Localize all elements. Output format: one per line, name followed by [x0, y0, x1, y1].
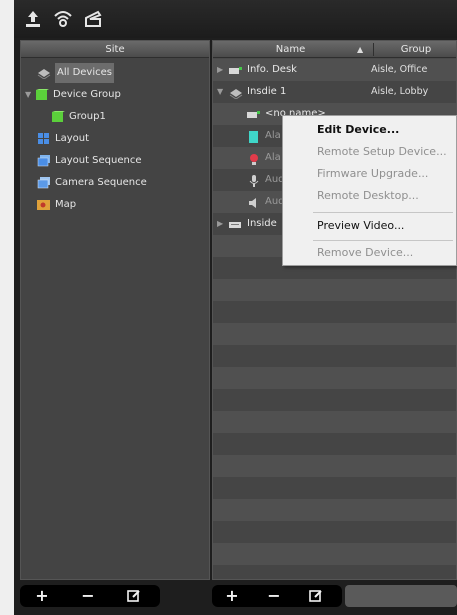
tree-item-label: Group1	[69, 111, 106, 122]
edit-icon[interactable]	[124, 586, 144, 606]
site-panel: Site All Devices ▼ Device Group Group1 L…	[20, 40, 210, 580]
context-menu: Edit Device... Remote Setup Device... Fi…	[282, 115, 457, 266]
device-icon	[247, 108, 261, 120]
table-row[interactable]: ▶ Info. Desk Aisle, Office	[213, 59, 456, 81]
table-row[interactable]: ▼ Insdie 1 Aisle, Lobby	[213, 81, 456, 103]
devices-icon	[229, 86, 243, 100]
tree-item-label: Camera Sequence	[55, 177, 147, 188]
empty-row	[213, 367, 456, 389]
menu-separator	[313, 240, 453, 241]
remove-site-button[interactable]: −	[78, 586, 98, 606]
tree-item-camera-sequence[interactable]: Camera Sequence	[37, 173, 147, 193]
empty-row	[213, 345, 456, 367]
menu-item-remote-setup-device[interactable]: Remote Setup Device...	[317, 142, 447, 162]
tree-item-label: Layout Sequence	[55, 155, 142, 166]
camera-sequence-icon	[37, 177, 51, 189]
chevron-right-icon[interactable]: ▶	[217, 59, 229, 81]
device-name: Insdie 1	[247, 86, 287, 97]
tree-item-all-devices[interactable]: All Devices	[37, 63, 114, 83]
empty-row	[213, 411, 456, 433]
device-name: Ala	[265, 130, 281, 141]
tree-item-label: All Devices	[55, 63, 114, 83]
layout-sequence-icon	[37, 155, 51, 167]
empty-row	[213, 499, 456, 521]
microphone-icon	[247, 174, 261, 187]
cube-icon	[51, 111, 65, 123]
eject-icon[interactable]	[82, 8, 104, 30]
tree-item-layout[interactable]: Layout	[37, 129, 89, 149]
empty-row	[213, 477, 456, 499]
menu-separator	[313, 212, 453, 213]
site-panel-toolbar: + −	[20, 585, 160, 607]
menu-item-preview-video[interactable]: Preview Video...	[317, 216, 404, 236]
device-group: Aisle, Office	[371, 64, 428, 75]
remove-device-button[interactable]: −	[264, 586, 284, 606]
app-window: Site All Devices ▼ Device Group Group1 L…	[14, 0, 457, 615]
chevron-down-icon[interactable]: ▼	[217, 81, 229, 103]
tree-item-label: Device Group	[53, 89, 121, 100]
column-header-group[interactable]: Group	[374, 41, 456, 58]
alarm-in-icon	[247, 130, 261, 143]
empty-row	[213, 455, 456, 477]
layout-icon	[37, 133, 51, 145]
edit-icon[interactable]	[306, 586, 326, 606]
tree-item-map[interactable]: Map	[37, 195, 76, 215]
map-icon	[37, 199, 51, 211]
device-name: Inside	[247, 218, 277, 229]
alarm-out-icon	[247, 152, 261, 165]
empty-row	[213, 301, 456, 323]
device-list-header: Name ▲ Group	[213, 41, 456, 58]
empty-row	[213, 279, 456, 301]
menu-item-edit-device[interactable]: Edit Device...	[317, 120, 399, 140]
empty-row	[213, 521, 456, 543]
devices-icon	[37, 67, 51, 80]
tree-item-layout-sequence[interactable]: Layout Sequence	[37, 151, 142, 171]
sort-ascending-icon: ▲	[357, 45, 364, 54]
site-header[interactable]: Site	[21, 41, 209, 58]
upload-icon[interactable]	[22, 8, 44, 30]
column-header-name[interactable]: Name	[213, 41, 368, 58]
menu-gutter	[283, 116, 311, 265]
device-group: Aisle, Lobby	[371, 86, 429, 97]
add-site-button[interactable]: +	[32, 586, 52, 606]
menu-item-firmware-upgrade[interactable]: Firmware Upgrade...	[317, 164, 428, 184]
empty-row	[213, 543, 456, 565]
tree-item-device-group[interactable]: ▼ Device Group	[25, 85, 121, 105]
empty-row	[213, 433, 456, 455]
empty-row	[213, 389, 456, 411]
add-device-button[interactable]: +	[222, 586, 242, 606]
speaker-icon	[247, 196, 261, 208]
device-panel-toolbar: + −	[212, 585, 342, 607]
tree-item-group1[interactable]: Group1	[51, 107, 106, 127]
cube-icon	[35, 89, 49, 101]
chevron-right-icon[interactable]: ▶	[217, 213, 229, 235]
tree-item-label: Map	[55, 199, 77, 210]
menu-item-remote-desktop[interactable]: Remote Desktop...	[317, 186, 419, 206]
tree-item-label: Layout	[55, 133, 89, 144]
device-icon	[229, 218, 243, 230]
chevron-down-icon[interactable]: ▼	[25, 85, 35, 105]
menu-item-remove-device[interactable]: Remove Device...	[317, 243, 413, 263]
wireless-icon[interactable]	[52, 8, 74, 30]
toolbar	[14, 0, 457, 38]
device-name: Ala	[265, 152, 281, 163]
empty-row	[213, 565, 456, 579]
device-name: Info. Desk	[247, 64, 297, 75]
status-area	[345, 585, 457, 607]
device-icon	[229, 64, 243, 76]
empty-row	[213, 323, 456, 345]
